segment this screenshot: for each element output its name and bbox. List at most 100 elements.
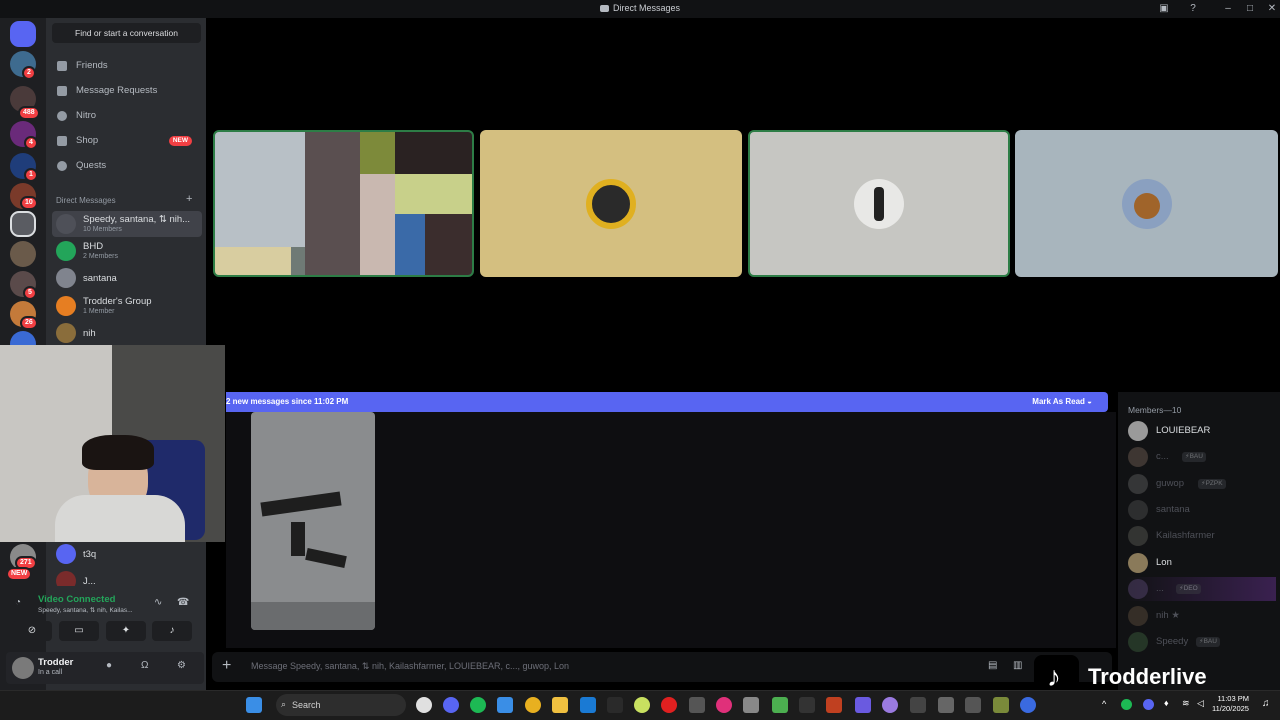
message-composer[interactable]: + Message Speedy, santana, ⇅ nih, Kailas…: [212, 652, 1112, 682]
noise-suppression-icon[interactable]: ∿: [154, 597, 162, 608]
soundboard-button[interactable]: ♪: [152, 621, 192, 641]
edge-icon[interactable]: [580, 697, 596, 713]
chrome-icon[interactable]: [525, 697, 541, 713]
server-icon[interactable]: [10, 241, 36, 267]
dm-item[interactable]: nih: [52, 320, 202, 346]
disconnect-icon[interactable]: ☎: [177, 597, 189, 608]
collage-photo: [425, 214, 472, 275]
app-icon[interactable]: [855, 697, 871, 713]
member-item[interactable]: santana: [1126, 498, 1276, 522]
taskbar-search[interactable]: Search: [276, 694, 406, 716]
windows-start-icon[interactable]: [246, 697, 262, 713]
mark-as-read-button[interactable]: Mark As Read ◒: [1032, 392, 1092, 412]
minecraft-icon[interactable]: [772, 697, 788, 713]
signal-icon[interactable]: ◔: [15, 597, 29, 611]
app-icon[interactable]: [1020, 697, 1036, 713]
mention-badge: 5: [23, 286, 37, 300]
notification-bell-icon[interactable]: ♫: [1262, 698, 1270, 709]
nav-quests[interactable]: Quests: [52, 155, 202, 177]
avatar: [1128, 632, 1148, 652]
dm-item[interactable]: t3q: [52, 541, 202, 567]
member-item[interactable]: Speedy ⚡BAU: [1126, 630, 1276, 654]
maximize-button[interactable]: □: [1243, 2, 1257, 16]
microphone-tray-icon[interactable]: ♦: [1164, 698, 1169, 708]
discord-tray-icon[interactable]: [1143, 699, 1154, 710]
avatar: [1121, 178, 1172, 229]
app-icon[interactable]: [716, 697, 732, 713]
microphone-icon[interactable]: ●: [106, 660, 112, 671]
minimize-button[interactable]: –: [1221, 2, 1235, 16]
spotify-tray-icon[interactable]: [1121, 699, 1132, 710]
nav-message-requests[interactable]: Message Requests: [52, 80, 202, 102]
nav-nitro[interactable]: Nitro: [52, 105, 202, 127]
avatar: [1128, 500, 1148, 520]
app-icon[interactable]: [689, 697, 705, 713]
member-item[interactable]: guwop ⚡PZPK: [1126, 472, 1276, 496]
taskbar-clock[interactable]: 11:03 PM 11/20/2025: [1212, 694, 1249, 714]
message-attachment-image[interactable]: [251, 412, 375, 630]
new-messages-bar[interactable]: 2 new messages since 11:02 PM Mark As Re…: [226, 392, 1108, 412]
member-item[interactable]: LOUIEBEAR: [1126, 419, 1276, 443]
collage-photo: [395, 132, 472, 174]
gear-icon[interactable]: ⚙: [177, 660, 186, 671]
help-icon[interactable]: ?: [1186, 2, 1200, 16]
member-item[interactable]: Lon: [1126, 551, 1276, 575]
app-icon[interactable]: [965, 697, 981, 713]
nav-shop[interactable]: Shop NEW: [52, 130, 202, 152]
app-icon[interactable]: [634, 697, 650, 713]
nav-friends[interactable]: Friends: [52, 55, 202, 77]
avatar[interactable]: [12, 657, 34, 679]
chevron-up-icon[interactable]: ^: [1102, 699, 1106, 709]
video-tile[interactable]: [1015, 130, 1278, 277]
gift-icon[interactable]: ▤: [988, 660, 997, 671]
camera-off-button[interactable]: ⊘: [12, 621, 52, 641]
app-icon[interactable]: [910, 697, 926, 713]
dm-subtitle: 1 Member: [83, 308, 115, 315]
volume-icon[interactable]: ◁: [1197, 698, 1204, 709]
member-item[interactable]: nih ★: [1126, 604, 1276, 628]
avatar: [56, 571, 76, 586]
video-tile[interactable]: [213, 130, 474, 277]
server-icon[interactable]: [10, 211, 36, 237]
app-icon[interactable]: [826, 697, 842, 713]
file-explorer-icon[interactable]: [552, 697, 568, 713]
dm-item[interactable]: Speedy, santana, ⇅ nih... 10 Members: [52, 211, 202, 237]
member-item[interactable]: c... ⚡BAU: [1126, 445, 1276, 469]
app-icon[interactable]: [993, 697, 1009, 713]
headphones-icon[interactable]: Ω: [141, 660, 148, 671]
video-tile[interactable]: [480, 130, 742, 277]
dm-item[interactable]: santana: [52, 265, 202, 291]
discord-home-icon[interactable]: [10, 21, 36, 47]
gif-icon[interactable]: ▥: [1013, 660, 1022, 671]
app-icon[interactable]: [882, 697, 898, 713]
inbox-icon[interactable]: ▣: [1157, 2, 1171, 16]
spotify-icon[interactable]: [470, 697, 486, 713]
app-icon[interactable]: [497, 697, 513, 713]
voice-status[interactable]: Video Connected: [38, 594, 115, 605]
dm-item[interactable]: BHD 2 Members: [52, 238, 202, 264]
video-tile[interactable]: [748, 130, 1010, 277]
wifi-icon[interactable]: ≋: [1182, 698, 1190, 709]
app-icon[interactable]: [799, 697, 815, 713]
app-icon[interactable]: [661, 697, 677, 713]
activities-button[interactable]: ✦: [106, 621, 146, 641]
discord-app-icon[interactable]: [443, 697, 459, 713]
app-icon[interactable]: [938, 697, 954, 713]
dm-item[interactable]: Trodder's Group 1 Member: [52, 293, 202, 319]
create-dm-button[interactable]: +: [186, 193, 192, 205]
app-icon[interactable]: [607, 697, 623, 713]
app-icon[interactable]: [416, 697, 432, 713]
add-attachment-icon[interactable]: +: [222, 657, 231, 675]
dm-item[interactable]: J...: [52, 568, 202, 586]
mention-badge: 10: [20, 196, 38, 210]
clan-tag: ⚡DEO: [1176, 584, 1201, 594]
discord-icon: [599, 5, 609, 12]
streamer-name: Trodderlive: [1088, 664, 1207, 689]
new-badge: NEW: [6, 567, 33, 581]
member-item[interactable]: Kailashfarmer: [1126, 524, 1276, 548]
member-item[interactable]: ... ⚡DEO: [1126, 577, 1276, 601]
find-conversation-button[interactable]: Find or start a conversation: [52, 23, 201, 43]
screen-share-button[interactable]: ▭: [59, 621, 99, 641]
close-button[interactable]: ✕: [1265, 2, 1279, 16]
app-icon[interactable]: [743, 697, 759, 713]
